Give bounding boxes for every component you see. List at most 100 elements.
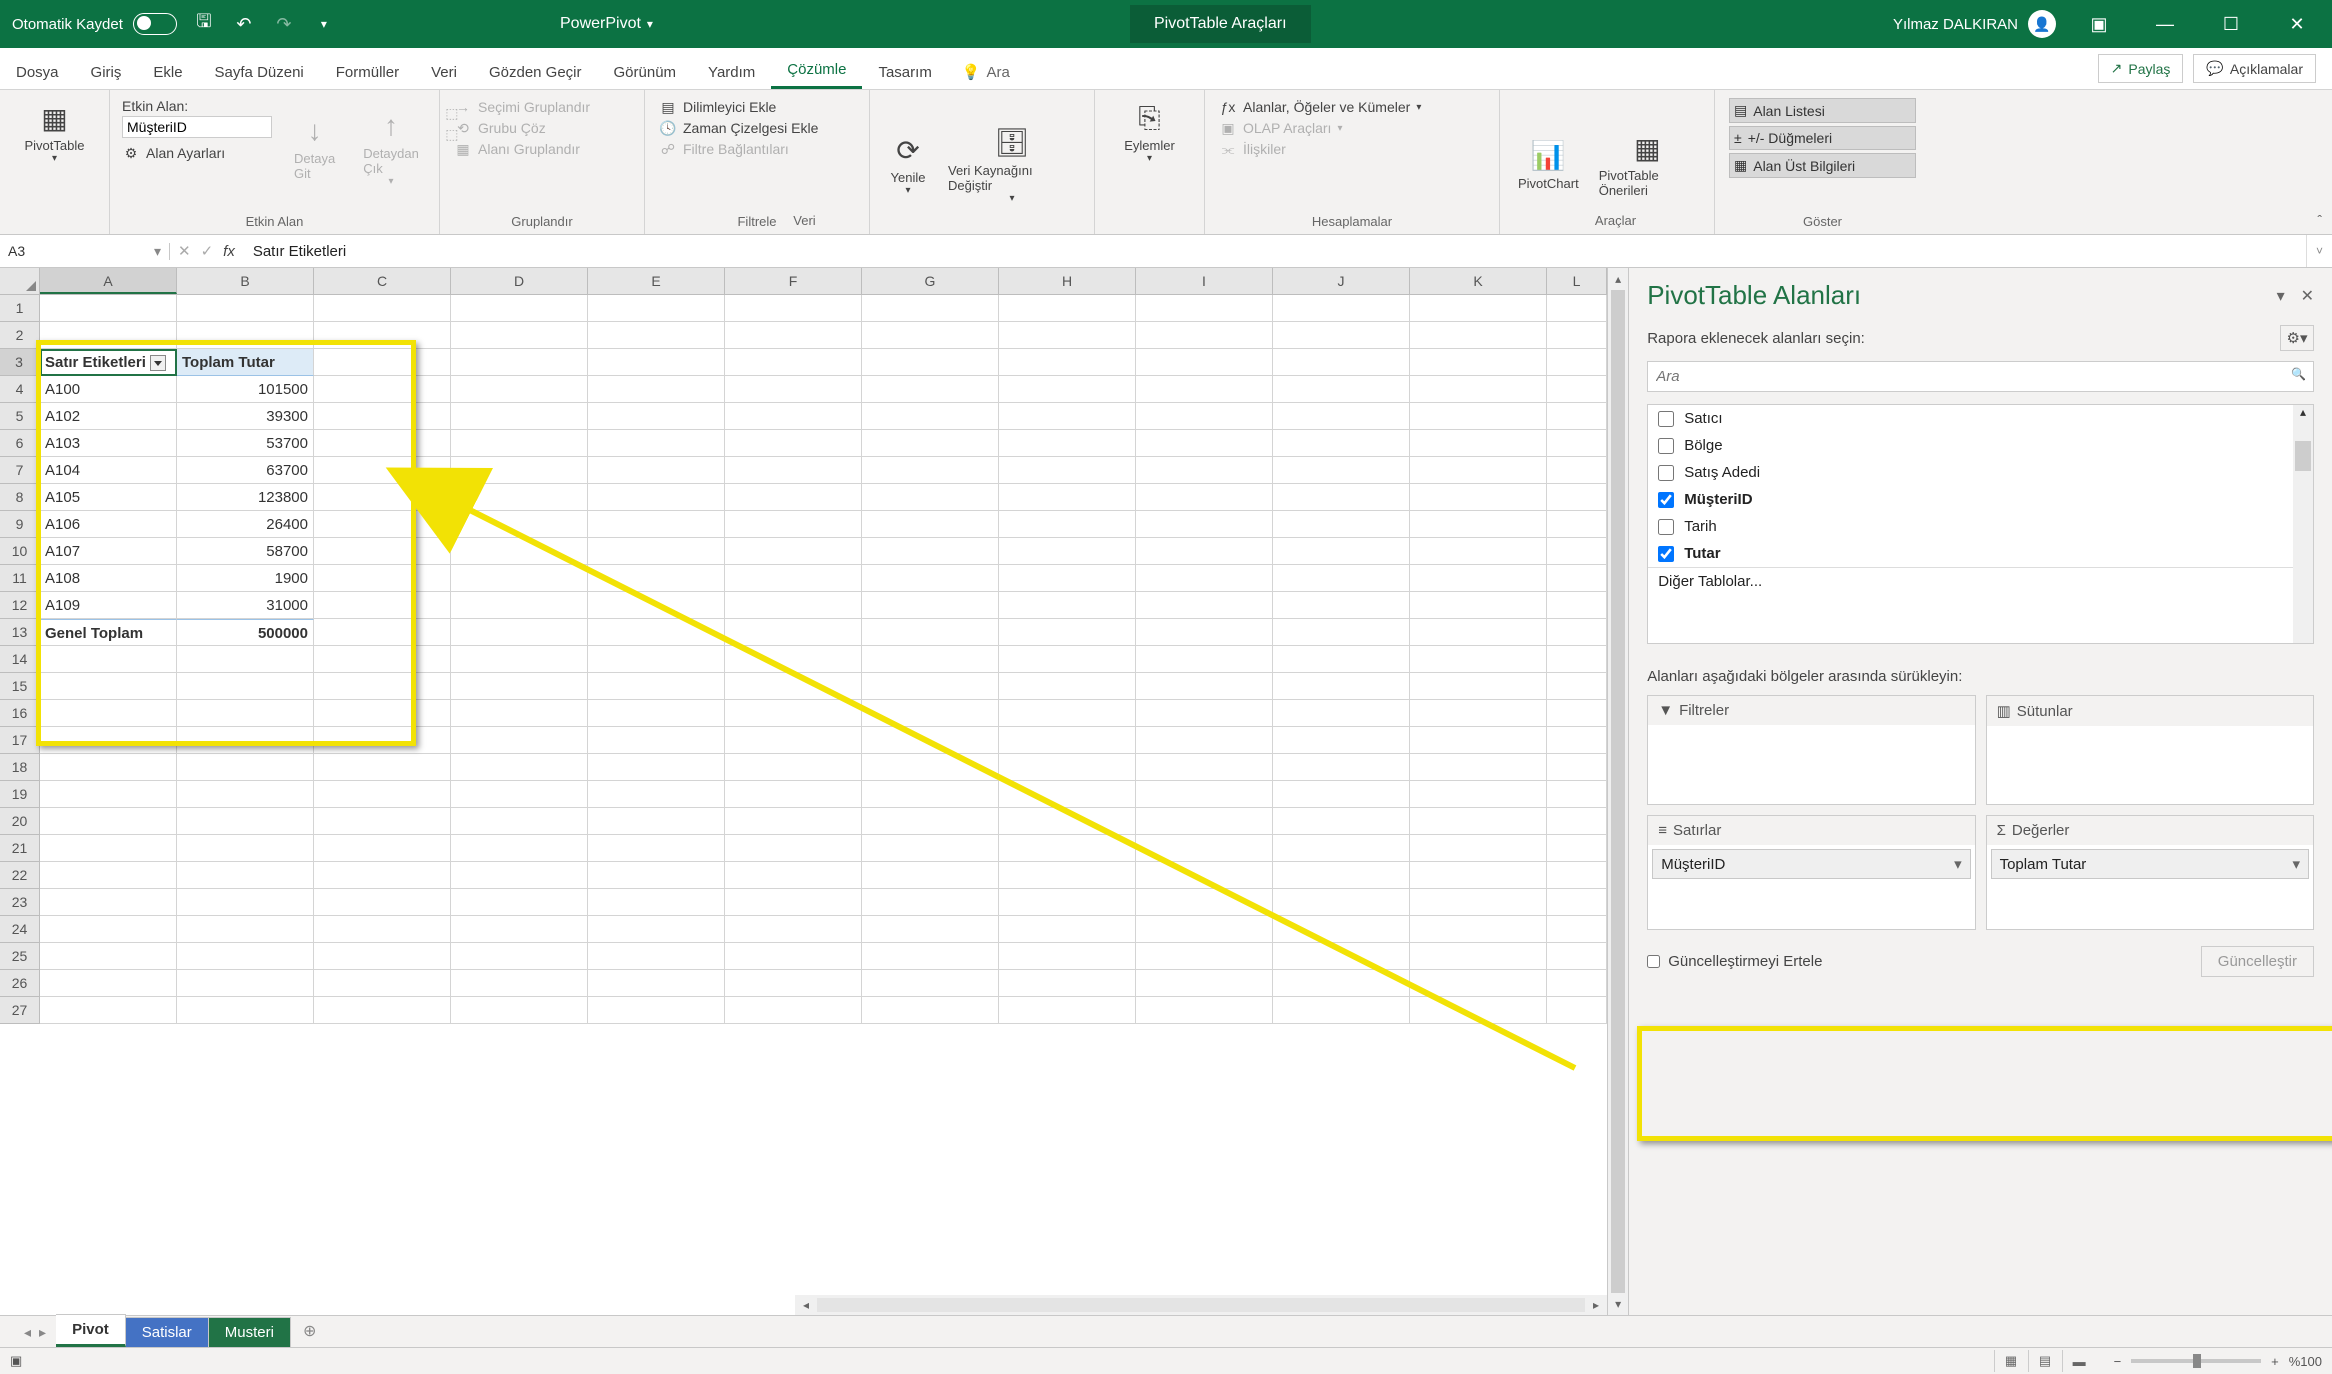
page-layout-view-icon[interactable]: ▤	[2028, 1350, 2062, 1372]
cell[interactable]	[1136, 943, 1273, 970]
col-header[interactable]: I	[1136, 268, 1273, 294]
cell[interactable]	[314, 727, 451, 754]
cell[interactable]	[177, 943, 314, 970]
cell[interactable]	[177, 862, 314, 889]
cell[interactable]	[588, 376, 725, 403]
col-header[interactable]: L	[1547, 268, 1607, 294]
field-checkbox[interactable]	[1658, 492, 1674, 508]
zoom-in-icon[interactable]: +	[2271, 1354, 2279, 1369]
cell[interactable]	[1410, 322, 1547, 349]
cell[interactable]	[1410, 403, 1547, 430]
field-list-item[interactable]: Tarih	[1648, 513, 2313, 540]
cell[interactable]	[725, 835, 862, 862]
minimize-icon[interactable]: —	[2142, 0, 2188, 48]
cell[interactable]: Toplam Tutar	[177, 349, 314, 376]
cell[interactable]	[862, 349, 999, 376]
cell[interactable]	[862, 538, 999, 565]
cell[interactable]	[1410, 862, 1547, 889]
cell[interactable]	[588, 943, 725, 970]
cell[interactable]	[1410, 943, 1547, 970]
pivotchart-button[interactable]: 📊 PivotChart	[1508, 94, 1589, 232]
cell[interactable]	[314, 916, 451, 943]
cell[interactable]	[1547, 943, 1607, 970]
cell[interactable]	[862, 484, 999, 511]
cell[interactable]	[1547, 646, 1607, 673]
filters-drop-area[interactable]: ▼Filtreler	[1647, 695, 1975, 805]
cell[interactable]	[451, 592, 588, 619]
cell[interactable]	[1273, 457, 1410, 484]
cell[interactable]	[1136, 997, 1273, 1024]
cell[interactable]	[1136, 781, 1273, 808]
field-checkbox[interactable]	[1658, 465, 1674, 481]
cell[interactable]	[588, 808, 725, 835]
cell[interactable]	[588, 781, 725, 808]
cell[interactable]	[451, 430, 588, 457]
row-header[interactable]: 10	[0, 538, 40, 565]
cell[interactable]	[1273, 835, 1410, 862]
cell[interactable]	[725, 700, 862, 727]
cell[interactable]	[588, 970, 725, 997]
cell[interactable]	[1410, 754, 1547, 781]
cell[interactable]	[177, 781, 314, 808]
field-list-item[interactable]: Satış Adedi	[1648, 459, 2313, 486]
cell[interactable]	[1273, 970, 1410, 997]
cell[interactable]	[588, 997, 725, 1024]
cell[interactable]	[862, 673, 999, 700]
cell[interactable]	[177, 970, 314, 997]
row-header[interactable]: 13	[0, 619, 40, 646]
cell[interactable]	[40, 781, 177, 808]
fields-items-sets-button[interactable]: ƒxAlanlar, Öğeler ve Kümeler ▾	[1219, 98, 1485, 116]
plus-minus-buttons[interactable]: ±+/- Düğmeleri	[1729, 126, 1916, 150]
cell[interactable]	[451, 754, 588, 781]
cell[interactable]	[725, 295, 862, 322]
insert-timeline-button[interactable]: 🕓Zaman Çizelgesi Ekle	[659, 119, 855, 137]
cell[interactable]	[451, 457, 588, 484]
cell[interactable]	[725, 322, 862, 349]
scroll-down-icon[interactable]: ▾	[1608, 1293, 1628, 1315]
cell[interactable]	[40, 754, 177, 781]
cell[interactable]	[862, 619, 999, 646]
cell[interactable]	[588, 835, 725, 862]
cell[interactable]	[177, 322, 314, 349]
cell[interactable]	[451, 349, 588, 376]
page-break-view-icon[interactable]: ▬	[2062, 1350, 2096, 1372]
cell[interactable]	[588, 538, 725, 565]
cell[interactable]	[1547, 538, 1607, 565]
tab-view[interactable]: Görünüm	[598, 54, 693, 89]
cell[interactable]	[725, 376, 862, 403]
cell[interactable]	[999, 700, 1136, 727]
cell[interactable]	[999, 673, 1136, 700]
cell[interactable]: 123800	[177, 484, 314, 511]
cell[interactable]	[1273, 349, 1410, 376]
cell[interactable]	[314, 862, 451, 889]
cell[interactable]	[1547, 862, 1607, 889]
cell[interactable]	[725, 565, 862, 592]
cell[interactable]	[1136, 916, 1273, 943]
row-header[interactable]: 16	[0, 700, 40, 727]
cell[interactable]	[1273, 619, 1410, 646]
cell[interactable]	[314, 457, 451, 484]
cell[interactable]	[314, 889, 451, 916]
row-header[interactable]: 25	[0, 943, 40, 970]
cell[interactable]	[999, 727, 1136, 754]
cell[interactable]	[1410, 484, 1547, 511]
cell[interactable]	[1410, 565, 1547, 592]
cell[interactable]: A103	[40, 430, 177, 457]
cell[interactable]	[177, 295, 314, 322]
cell[interactable]	[862, 889, 999, 916]
row-header[interactable]: 11	[0, 565, 40, 592]
cell[interactable]	[314, 322, 451, 349]
scroll-right-icon[interactable]: ▸	[1585, 1298, 1607, 1312]
cell[interactable]	[177, 727, 314, 754]
cell[interactable]	[862, 781, 999, 808]
tab-formulas[interactable]: Formüller	[320, 54, 415, 89]
cell[interactable]	[999, 349, 1136, 376]
cell[interactable]	[1136, 673, 1273, 700]
cell[interactable]	[999, 754, 1136, 781]
cell[interactable]	[451, 997, 588, 1024]
pane-options-icon[interactable]: ▾	[2277, 286, 2285, 306]
col-header[interactable]: K	[1410, 268, 1547, 294]
cell[interactable]	[451, 673, 588, 700]
cell[interactable]	[1273, 322, 1410, 349]
cell[interactable]	[1136, 889, 1273, 916]
